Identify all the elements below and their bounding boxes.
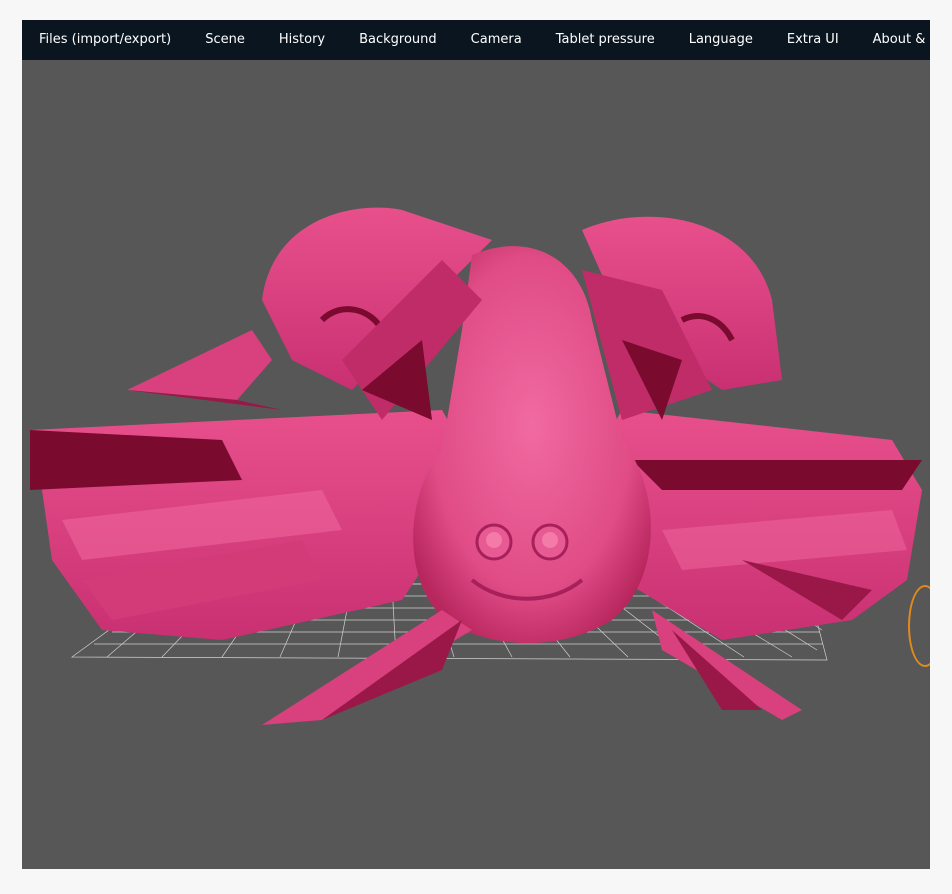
menu-camera[interactable]: Camera <box>454 20 539 60</box>
menu-tablet-pressure[interactable]: Tablet pressure <box>539 20 672 60</box>
viewport-canvas[interactable] <box>22 60 930 869</box>
menu-background[interactable]: Background <box>342 20 454 60</box>
menu-scene[interactable]: Scene <box>188 20 262 60</box>
menu-language[interactable]: Language <box>672 20 770 60</box>
3d-viewport[interactable] <box>22 60 930 869</box>
menu-extra-ui[interactable]: Extra UI <box>770 20 856 60</box>
menu-files[interactable]: Files (import/export) <box>22 20 188 60</box>
menu-about[interactable]: About & <box>856 20 930 60</box>
sculpt-mesh[interactable] <box>30 207 922 725</box>
menu-history[interactable]: History <box>262 20 342 60</box>
top-menu-bar: Files (import/export) Scene History Back… <box>22 20 930 60</box>
sculpt-app: Files (import/export) Scene History Back… <box>22 20 930 869</box>
